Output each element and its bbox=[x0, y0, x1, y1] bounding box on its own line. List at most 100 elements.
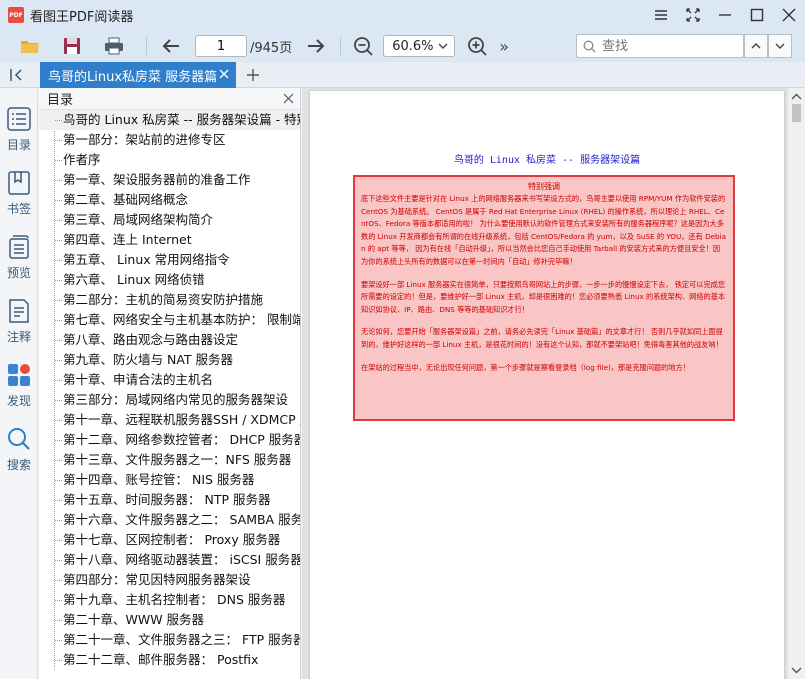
zoom-out-icon bbox=[354, 37, 373, 56]
scroll-up-icon[interactable] bbox=[791, 91, 802, 102]
open-file-button[interactable] bbox=[16, 32, 44, 60]
outline-item[interactable]: 第二十二章、邮件服务器： Postfix bbox=[39, 650, 300, 670]
outline-item[interactable]: 第二十一章、文件服务器之三： FTP 服务器 bbox=[39, 630, 300, 650]
zoom-select[interactable]: 60.6% bbox=[383, 35, 456, 57]
maximize-icon bbox=[750, 8, 764, 22]
close-icon[interactable] bbox=[283, 93, 294, 104]
rail-label: 发现 bbox=[6, 394, 31, 408]
bookmark-icon bbox=[8, 171, 30, 195]
outline-item[interactable]: 鸟哥的 Linux 私房菜 -- 服务器架设篇 - 特别说 bbox=[39, 110, 300, 130]
toolbar-divider bbox=[146, 37, 147, 55]
maximize-button[interactable] bbox=[741, 0, 773, 30]
minimize-icon bbox=[719, 14, 731, 16]
outline-list: 鸟哥的 Linux 私房菜 -- 服务器架设篇 - 特别说 第一部分：架站前的进… bbox=[39, 110, 300, 670]
outline-item[interactable]: 第九章、防火墙与 NAT 服务器 bbox=[39, 350, 300, 370]
outline-item[interactable]: 作者序 bbox=[39, 150, 300, 170]
save-button[interactable] bbox=[58, 32, 86, 60]
document-tab-label: 鸟哥的Linux私房菜 服务器篇(第 bbox=[48, 69, 218, 85]
zoom-in-button[interactable] bbox=[463, 32, 491, 60]
document-tab[interactable]: 鸟哥的Linux私房菜 服务器篇(第 bbox=[40, 62, 236, 88]
menu-icon bbox=[655, 10, 667, 20]
outline-item[interactable]: 第七章、网络安全与主机基本防护： 限制端口 bbox=[39, 310, 300, 330]
arrow-left-icon bbox=[162, 39, 179, 53]
rail-item-preview[interactable]: 预览 bbox=[0, 230, 38, 290]
fullscreen-button[interactable] bbox=[677, 0, 709, 30]
minimize-button[interactable] bbox=[709, 0, 741, 30]
app-logo: PDF bbox=[8, 7, 24, 23]
zoom-value: 60.6% bbox=[392, 38, 434, 54]
document-viewer[interactable]: 鸟哥的 Linux 私房菜 -- 服务器架设篇 特别强调 底下这些文件主要是针对… bbox=[302, 88, 788, 679]
outline-item[interactable]: 第二章、基础网络概念 bbox=[39, 190, 300, 210]
outline-item[interactable]: 第六章、 Linux 网络侦错 bbox=[39, 270, 300, 290]
outline-item[interactable]: 第三部分：局域网络内常见的服务器架设 bbox=[39, 390, 300, 410]
outline-item[interactable]: 第一部分：架站前的进修专区 bbox=[39, 130, 300, 150]
outline-item[interactable]: 第三章、局域网络架构简介 bbox=[39, 210, 300, 230]
outline-item[interactable]: 第八章、路由观念与路由器设定 bbox=[39, 330, 300, 350]
menu-button[interactable] bbox=[645, 0, 677, 30]
outline-item[interactable]: 第十八章、网络驱动器装置： iSCSI 服务器 bbox=[39, 550, 300, 570]
next-page-button[interactable] bbox=[302, 32, 330, 60]
chevron-down-icon bbox=[438, 43, 448, 49]
window-controls bbox=[645, 0, 805, 30]
zoom-out-button[interactable] bbox=[349, 32, 377, 60]
close-tab-icon[interactable] bbox=[218, 68, 230, 80]
outline-item[interactable]: 第四章、连上 Internet bbox=[39, 230, 300, 250]
outline-item[interactable]: 第十章、申请合法的主机名 bbox=[39, 370, 300, 390]
preview-icon bbox=[9, 235, 29, 259]
outline-item[interactable]: 第十九章、主机名控制者： DNS 服务器 bbox=[39, 590, 300, 610]
arrow-right-icon bbox=[308, 39, 325, 53]
notice-paragraph: 底下这些文件主要是针对在 Linux 上的网络服务器来书写架设方式的，鸟哥主要以… bbox=[361, 194, 726, 266]
rail-label: 搜索 bbox=[6, 458, 31, 472]
outline-item[interactable]: 第十七章、区网控制者： Proxy 服务器 bbox=[39, 530, 300, 550]
rail-item-outline[interactable]: 目录 bbox=[0, 102, 38, 162]
outline-item[interactable]: 第十四章、账号控管： NIS 服务器 bbox=[39, 470, 300, 490]
vertical-scrollbar[interactable] bbox=[788, 88, 805, 679]
search-next-button[interactable] bbox=[768, 34, 792, 58]
outline-item[interactable]: 第一章、架设服务器前的准备工作 bbox=[39, 170, 300, 190]
rail-item-bookmark[interactable]: 书签 bbox=[0, 166, 38, 226]
fullscreen-icon bbox=[686, 8, 700, 22]
notice-heading: 特别强调 bbox=[528, 182, 560, 191]
prev-page-button[interactable] bbox=[157, 32, 185, 60]
chevron-up-icon bbox=[751, 43, 761, 49]
annotation-icon bbox=[9, 299, 29, 323]
outline-item[interactable]: 第五章、 Linux 常用网络指令 bbox=[39, 250, 300, 270]
outline-item[interactable]: 第十二章、网络参数控管者： DHCP 服务器 bbox=[39, 430, 300, 450]
outline-item[interactable]: 第二十章、WWW 服务器 bbox=[39, 610, 300, 630]
rail-label: 目录 bbox=[6, 138, 31, 152]
print-button[interactable] bbox=[100, 32, 128, 60]
app-title: 看图王PDF阅读器 bbox=[30, 9, 134, 25]
rail-item-search[interactable]: 搜索 bbox=[0, 422, 38, 482]
chevron-down-icon bbox=[775, 43, 785, 49]
outline-panel: 目录 鸟哥的 Linux 私房菜 -- 服务器架设篇 - 特别说 第一部分：架站… bbox=[39, 88, 301, 679]
notice-paragraph: 无论如何，您要开始「服务器架设篇」之前，请务必先读完「Linux 基础篇」的文章… bbox=[361, 327, 723, 349]
scrollbar-thumb[interactable] bbox=[792, 104, 801, 122]
page-number-input[interactable] bbox=[195, 35, 247, 57]
notice-paragraph: 在架站的过程当中，无论出现任何问题，第一个步骤就是察看登录档（log file)… bbox=[361, 362, 690, 372]
rail-label: 预览 bbox=[6, 266, 31, 280]
printer-icon bbox=[105, 37, 123, 55]
outline-item[interactable]: 第十六章、文件服务器之二： SAMBA 服务器 bbox=[39, 510, 300, 530]
outline-header: 目录 bbox=[39, 88, 300, 110]
close-button[interactable] bbox=[773, 0, 805, 30]
new-tab-button[interactable] bbox=[244, 66, 262, 84]
outline-item[interactable]: 第十三章、文件服务器之一：NFS 服务器 bbox=[39, 450, 300, 470]
search-box bbox=[576, 34, 744, 58]
more-tools-button[interactable]: » bbox=[499, 37, 509, 56]
rail-item-annotation[interactable]: 注释 bbox=[0, 294, 38, 354]
collapse-sidebar-button[interactable] bbox=[8, 66, 28, 84]
discover-icon bbox=[8, 364, 30, 386]
outline-item[interactable]: 第十一章、远程联机服务器SSH / XDMCP / VN bbox=[39, 410, 300, 430]
scroll-down-icon[interactable] bbox=[791, 665, 802, 676]
outline-item[interactable]: 第十五章、时间服务器： NTP 服务器 bbox=[39, 490, 300, 510]
search-input[interactable] bbox=[602, 38, 732, 54]
outline-item[interactable]: 第四部分：常见因特网服务器架设 bbox=[39, 570, 300, 590]
rail-label: 书签 bbox=[6, 202, 31, 216]
rail-item-discover[interactable]: 发现 bbox=[0, 358, 38, 418]
toolbar: /945页 60.6% » bbox=[0, 30, 805, 62]
plus-icon bbox=[247, 69, 259, 81]
page-total: /945页 bbox=[250, 40, 293, 56]
search-prev-button[interactable] bbox=[744, 34, 768, 58]
list-icon bbox=[7, 107, 31, 131]
outline-item[interactable]: 第二部分：主机的简易资安防护措施 bbox=[39, 290, 300, 310]
